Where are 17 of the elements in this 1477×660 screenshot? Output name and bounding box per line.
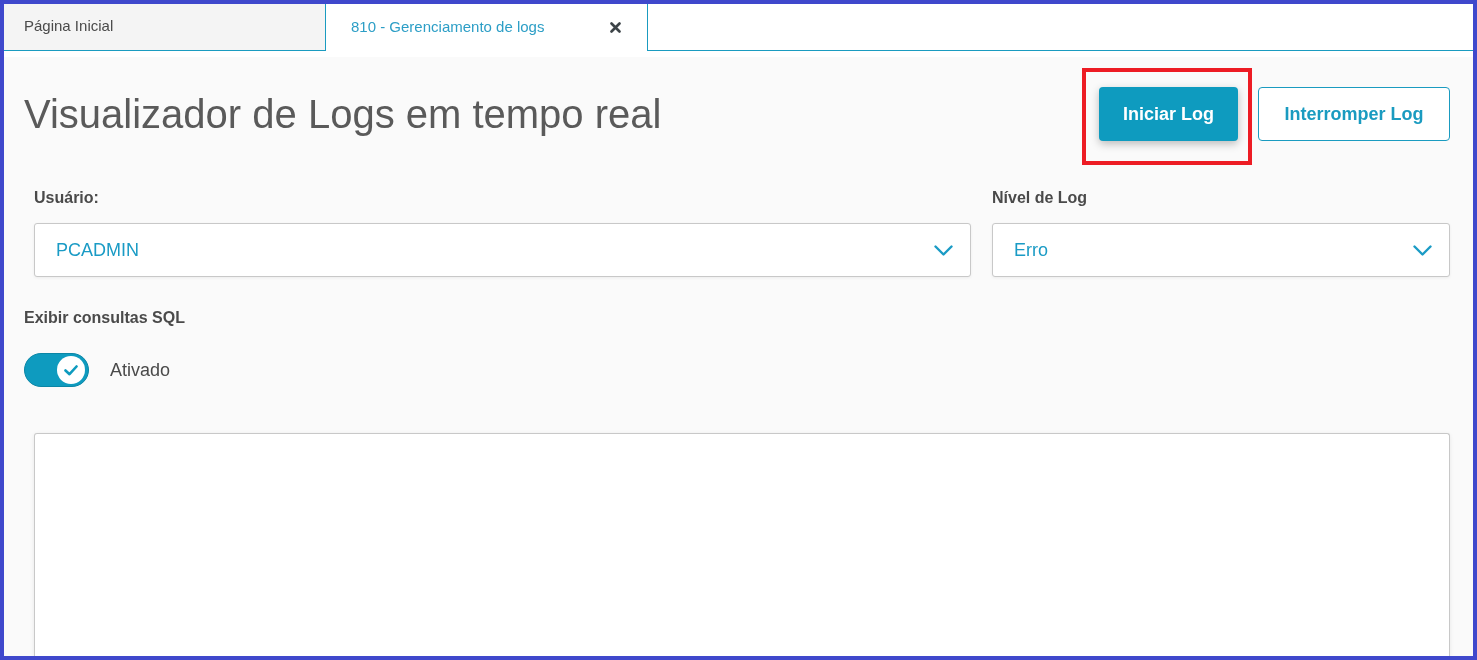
close-icon[interactable] bbox=[610, 22, 621, 33]
start-button[interactable]: Iniciar Log bbox=[1099, 87, 1238, 141]
stop-button[interactable]: Interromper Log bbox=[1258, 87, 1450, 141]
toggle-state-label: Ativado bbox=[110, 358, 171, 382]
chevron-down-icon bbox=[1413, 244, 1432, 256]
field-label: Usuário: bbox=[34, 188, 99, 208]
field-label: Exibir consultas SQL bbox=[24, 308, 185, 328]
tab[interactable]: 810 - Gerenciamento de logs bbox=[325, 4, 648, 51]
page-title: Visualizador de Logs em tempo real bbox=[24, 91, 662, 138]
check-icon bbox=[64, 364, 78, 376]
toggle-switch[interactable] bbox=[24, 353, 89, 387]
field-label: Nível de Log bbox=[992, 188, 1088, 208]
dropdown[interactable]: Erro bbox=[992, 223, 1450, 277]
log-output-field[interactable] bbox=[34, 433, 1450, 656]
dropdown[interactable]: PCADMIN bbox=[34, 223, 971, 277]
chevron-down-icon bbox=[934, 244, 953, 256]
tab[interactable]: Página Inicial bbox=[4, 4, 325, 51]
